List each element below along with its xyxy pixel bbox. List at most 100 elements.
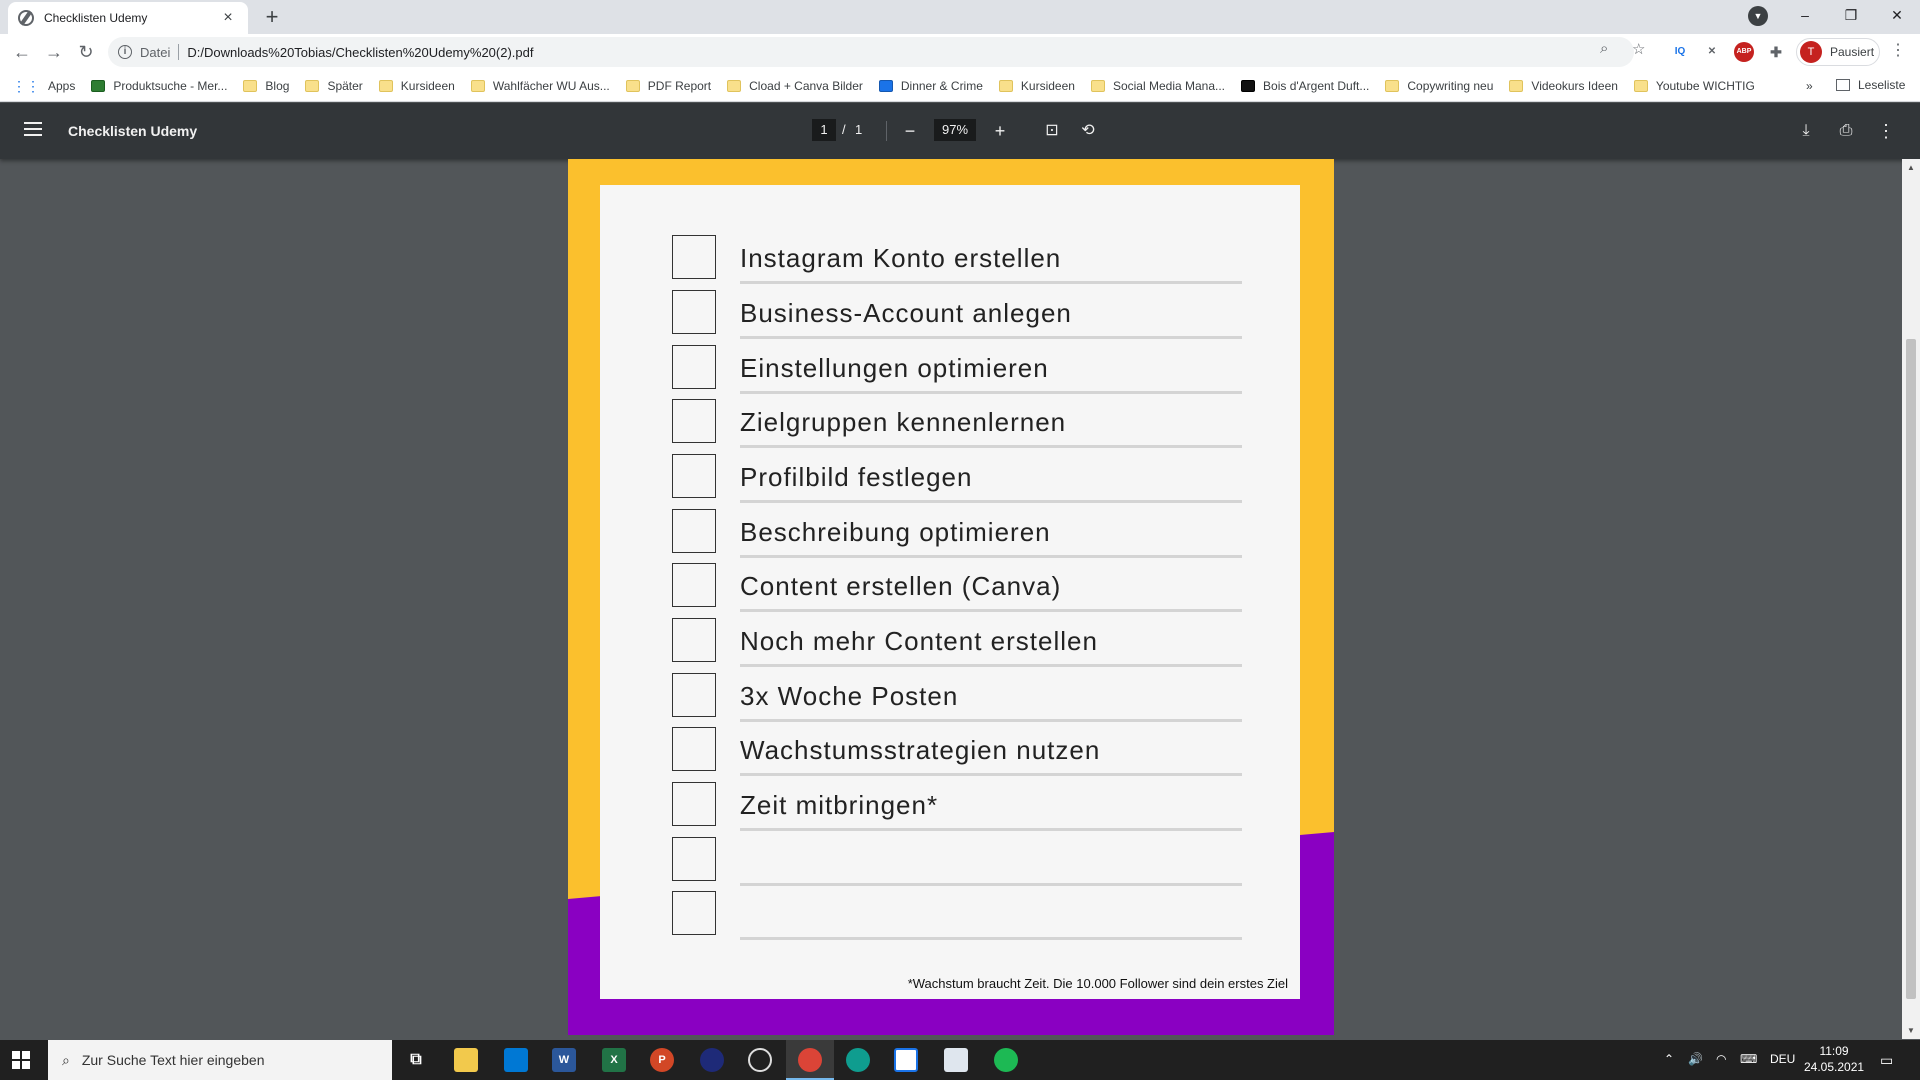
adblock-extension-icon[interactable]: ABP — [1734, 42, 1754, 62]
zoom-in-icon[interactable]: + — [986, 117, 1014, 145]
checkbox[interactable] — [672, 509, 716, 553]
bookmark-item[interactable]: Produktsuche - Mer... — [91, 79, 227, 93]
file-explorer-icon[interactable] — [454, 1048, 478, 1072]
checkbox[interactable] — [672, 290, 716, 334]
extension-badge-icon[interactable]: ✕ — [1702, 42, 1722, 62]
url-text[interactable]: D:/Downloads%20Tobias/Checklisten%20Udem… — [187, 45, 533, 60]
close-window-button[interactable]: ✕ — [1874, 0, 1920, 30]
bookmark-folder[interactable]: PDF Report — [625, 79, 711, 93]
edge-icon[interactable] — [846, 1048, 870, 1072]
sidebar-menu-icon[interactable] — [24, 122, 42, 136]
checkbox[interactable] — [672, 837, 716, 881]
vertical-scrollbar[interactable]: ▲ ▼ — [1902, 159, 1920, 1039]
print-icon[interactable]: ⎙ — [1832, 117, 1860, 145]
browser-tab[interactable]: Checklisten Udemy × — [8, 2, 248, 34]
app-icon[interactable] — [700, 1048, 724, 1072]
checklist-item: Beschreibung optimieren — [672, 509, 1242, 558]
bookmark-item[interactable]: Dinner & Crime — [878, 79, 983, 93]
checklist-item-label: Noch mehr Content erstellen — [740, 626, 1098, 656]
more-bookmarks-button[interactable]: » — [1806, 79, 1813, 93]
mail-icon[interactable] — [504, 1048, 528, 1072]
bookmark-folder[interactable]: Youtube WICHTIG — [1633, 79, 1755, 93]
checkbox[interactable] — [672, 345, 716, 389]
bookmark-item[interactable]: Bois d'Argent Duft... — [1241, 79, 1369, 93]
zoom-magnifier-icon[interactable]: ⌕ — [1600, 40, 1608, 57]
checkbox[interactable] — [672, 782, 716, 826]
reading-list-button[interactable]: Leseliste — [1836, 78, 1905, 92]
reload-icon[interactable]: ↻ — [72, 38, 100, 66]
volume-icon[interactable]: 🔊 — [1688, 1052, 1703, 1066]
download-icon[interactable]: ⤓ — [1792, 117, 1820, 145]
tab-close-button[interactable]: × — [218, 9, 238, 27]
checkbox[interactable] — [672, 563, 716, 607]
checkbox[interactable] — [672, 235, 716, 279]
bookmark-folder[interactable]: Copywriting neu — [1385, 79, 1493, 93]
bookmark-apps[interactable]: ⋮⋮ Apps — [12, 79, 75, 93]
bookmark-folder[interactable]: Wahlfächer WU Aus... — [470, 79, 610, 93]
item-underline — [740, 555, 1242, 558]
notifications-icon[interactable]: ▭ — [1880, 1052, 1893, 1069]
forward-icon[interactable]: → — [40, 38, 68, 66]
checklist-item-label: Zeit mitbringen* — [740, 790, 939, 820]
bookmark-label: Kursideen — [1020, 78, 1075, 93]
checklist-item: 3x Woche Posten — [672, 673, 1242, 722]
checkbox[interactable] — [672, 399, 716, 443]
checkbox[interactable] — [672, 618, 716, 662]
app-icon[interactable] — [894, 1048, 918, 1072]
scroll-up-icon[interactable]: ▲ — [1907, 163, 1915, 172]
word-icon[interactable]: W — [552, 1048, 576, 1072]
task-view-icon[interactable]: ⧉ — [404, 1048, 428, 1072]
bookmark-folder[interactable]: Kursideen — [998, 78, 1075, 93]
bookmark-folder[interactable]: Videokurs Ideen — [1509, 79, 1618, 93]
obs-icon[interactable] — [748, 1048, 772, 1072]
bookmark-folder[interactable]: Später — [305, 79, 363, 93]
site-info-icon[interactable]: i — [118, 45, 132, 59]
extensions-puzzle-icon[interactable]: ✚ — [1766, 42, 1786, 62]
network-icon[interactable]: ◠ — [1716, 1052, 1726, 1066]
taskbar-search-input[interactable]: ⌕ Zur Suche Text hier eingeben — [48, 1040, 392, 1080]
bookmark-folder[interactable]: Kursideen — [378, 79, 455, 93]
checkbox[interactable] — [672, 727, 716, 771]
spotify-icon[interactable] — [994, 1048, 1018, 1072]
checklist-item: Wachstumsstrategien nutzen — [672, 727, 1242, 776]
scroll-thumb[interactable] — [1906, 339, 1916, 999]
restore-button[interactable]: ❐ — [1828, 0, 1874, 30]
iq-extension-icon[interactable]: IQ — [1670, 42, 1690, 62]
bookmark-folder[interactable]: Social Media Mana... — [1090, 79, 1225, 93]
zoom-out-icon[interactable]: − — [896, 117, 924, 145]
page-number-input[interactable]: 1 — [812, 119, 836, 141]
checkbox[interactable] — [672, 891, 716, 935]
profile-button[interactable]: T Pausiert — [1796, 38, 1880, 66]
minimize-button[interactable]: – — [1782, 0, 1828, 30]
back-icon[interactable]: ← — [8, 38, 36, 66]
browser-menu-icon[interactable]: ⋮ — [1890, 40, 1906, 60]
item-underline — [740, 336, 1242, 339]
clock[interactable]: 11:09 24.05.2021 — [1804, 1043, 1864, 1075]
powerpoint-icon[interactable]: P — [650, 1048, 674, 1072]
checklist-item-label: Wachstumsstrategien nutzen — [740, 735, 1101, 765]
bookmark-folder[interactable]: Cload + Canva Bilder — [727, 79, 863, 93]
chrome-icon[interactable] — [798, 1048, 822, 1072]
scroll-down-icon[interactable]: ▼ — [1907, 1026, 1915, 1035]
excel-icon[interactable]: X — [602, 1048, 626, 1072]
bookmark-star-icon[interactable]: ☆ — [1632, 40, 1645, 58]
checkbox[interactable] — [672, 673, 716, 717]
new-tab-button[interactable]: + — [258, 4, 286, 32]
bookmark-folder[interactable]: Blog — [243, 79, 289, 93]
tab-search-icon[interactable]: ▼ — [1748, 6, 1768, 26]
tray-chevron-icon[interactable]: ⌃ — [1664, 1052, 1674, 1066]
rotate-icon[interactable]: ⟲ — [1074, 117, 1102, 145]
fit-to-page-icon[interactable]: ⊡ — [1038, 117, 1066, 145]
notes-icon[interactable] — [944, 1048, 968, 1072]
more-options-icon[interactable]: ⋮ — [1872, 117, 1900, 145]
language-indicator[interactable]: DEU — [1770, 1052, 1795, 1066]
checklist-item: Instagram Konto erstellen — [672, 235, 1242, 284]
address-bar[interactable]: i Datei D:/Downloads%20Tobias/Checkliste… — [108, 37, 1634, 67]
windows-start-icon[interactable] — [12, 1051, 30, 1069]
checkbox[interactable] — [672, 454, 716, 498]
checklist-item: Zeit mitbringen* — [672, 782, 1242, 831]
folder-icon — [305, 79, 320, 92]
keyboard-icon[interactable]: ⌨ — [1740, 1052, 1757, 1066]
page-separator: / — [842, 122, 846, 137]
zoom-level-input[interactable]: 97% — [934, 119, 976, 141]
